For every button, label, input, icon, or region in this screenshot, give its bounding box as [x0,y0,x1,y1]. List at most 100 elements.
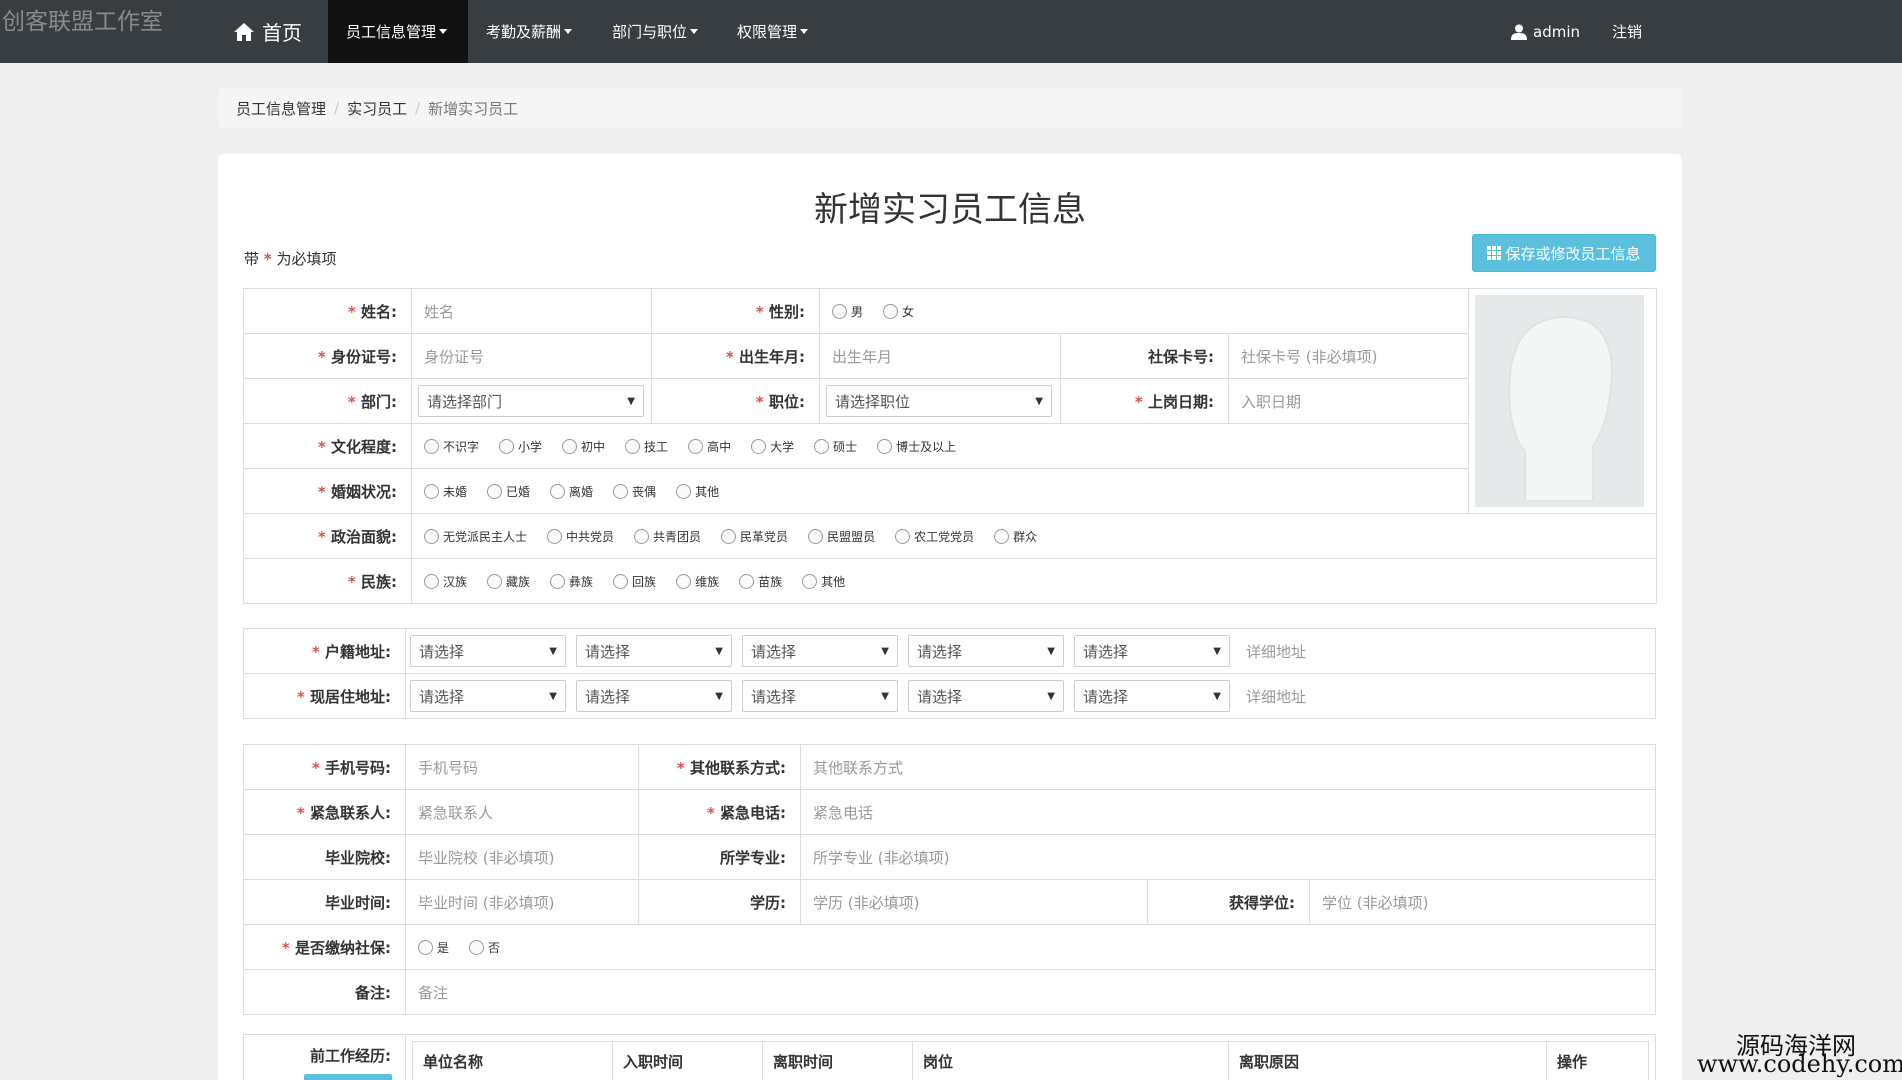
work-history-table: 前工作经历: 单位名称 入职时间 离职时间 岗位 离职原因 操作 [243,1034,1656,1080]
id-input[interactable]: 身份证号 [411,333,652,379]
hukou-village-select[interactable]: 请选择 ▼ [1074,635,1230,667]
edu-radio[interactable]: 不识字 [424,438,479,455]
current-address-label: * 现居住地址: [243,673,406,719]
save-employee-button[interactable]: 保存或修改员工信息 [1472,234,1656,272]
marital-radio[interactable]: 丧偶 [613,483,656,500]
required-star: * [263,250,272,268]
phone-label: * 手机号码: [243,744,406,790]
entry-input[interactable]: 入职日期 [1228,378,1469,424]
social-input[interactable]: 社保卡号 (非必填项) [1228,333,1469,379]
edu-radio[interactable]: 博士及以上 [877,438,956,455]
birth-input[interactable]: 出生年月 [819,333,1061,379]
ethnic-radio[interactable]: 其他 [802,573,845,590]
award-label: 获得学位: [1147,879,1310,925]
nav-department[interactable]: 部门与职位 [594,0,716,63]
ethnic-radio[interactable]: 彝族 [550,573,593,590]
current-address-cell: 请选择 ▼ 请选择 ▼ 请选择 ▼ 请选择 ▼ 请选择 ▼ 详细地址 [405,673,1656,719]
gender-radio-male[interactable]: 男 [832,303,863,320]
breadcrumb-employee-info[interactable]: 员工信息管理 [236,98,326,119]
photo-cell [1468,288,1657,514]
school-input[interactable]: 毕业院校 (非必填项) [405,834,639,880]
ethnic-radio[interactable]: 汉族 [424,573,467,590]
other-contact-input[interactable]: 其他联系方式 [800,744,1656,790]
grad-time-input[interactable]: 毕业时间 (非必填项) [405,879,639,925]
political-radio[interactable]: 群众 [994,528,1037,545]
nav-employee-info[interactable]: 员工信息管理 [328,0,468,63]
breadcrumb-separator: / [334,99,340,117]
emergency-phone-input[interactable]: 紧急电话 [800,789,1656,835]
hukou-province-select[interactable]: 请选择 ▼ [410,635,566,667]
insurance-radios: 是 否 [405,924,1656,970]
table-row: * 紧急联系人: 紧急联系人 * 紧急电话: 紧急电话 [243,789,1656,835]
remark-input[interactable]: 备注 [405,969,1656,1015]
edu-radio[interactable]: 硕士 [814,438,857,455]
marital-radio[interactable]: 已婚 [487,483,530,500]
hukou-city-select[interactable]: 请选择 ▼ [576,635,732,667]
post-select[interactable]: 请选择职位 ▼ [826,385,1052,417]
nav-user[interactable]: admin [1511,0,1580,63]
nav-logout[interactable]: 注销 [1612,0,1642,63]
hukou-town-select[interactable]: 请选择 ▼ [908,635,1064,667]
add-work-history-button[interactable] [304,1074,392,1080]
edu-radio[interactable]: 高中 [688,438,731,455]
ethnic-radio[interactable]: 藏族 [487,573,530,590]
political-radio[interactable]: 无党派民主人士 [424,528,527,545]
nav-home-link[interactable]: 首页 [234,0,302,63]
current-town-select[interactable]: 请选择 ▼ [908,680,1064,712]
edu-radio[interactable]: 大学 [751,438,794,455]
edu-radio[interactable]: 小学 [499,438,542,455]
political-radio[interactable]: 农工党党员 [895,528,974,545]
current-province-select[interactable]: 请选择 ▼ [410,680,566,712]
emergency-contact-input[interactable]: 紧急联系人 [405,789,639,835]
avatar-placeholder[interactable] [1475,295,1644,507]
nav-attendance-label: 考勤及薪酬 [486,23,562,41]
political-radio[interactable]: 民盟盟员 [808,528,875,545]
political-radio[interactable]: 中共党员 [547,528,614,545]
award-input[interactable]: 学位 (非必填项) [1309,879,1656,925]
edu-radio[interactable]: 初中 [562,438,605,455]
edu-label: * 文化程度: [243,423,412,469]
insurance-radio-no[interactable]: 否 [469,939,500,956]
remark-label: 备注: [243,969,406,1015]
table-row: * 户籍地址: 请选择 ▼ 请选择 ▼ 请选择 ▼ 请选择 ▼ 请选择 ▼ 详细地址 [243,628,1656,674]
current-village-select[interactable]: 请选择 ▼ [1074,680,1230,712]
phone-input[interactable]: 手机号码 [405,744,639,790]
marital-radio[interactable]: 离婚 [550,483,593,500]
other-contact-label: * 其他联系方式: [638,744,801,790]
hukou-district-select[interactable]: 请选择 ▼ [742,635,898,667]
marital-radio[interactable]: 其他 [676,483,719,500]
current-city-select[interactable]: 请选择 ▼ [576,680,732,712]
table-row: * 姓名: 姓名 * 性别: 男 女 [243,288,1657,514]
marital-radio[interactable]: 未婚 [424,483,467,500]
name-input[interactable]: 姓名 [411,288,652,334]
dept-label: * 部门: [243,378,412,424]
insurance-radio-yes[interactable]: 是 [418,939,449,956]
gender-radio-female[interactable]: 女 [883,303,914,320]
nav-employee-info-label: 员工信息管理 [346,23,437,41]
breadcrumb-intern[interactable]: 实习员工 [347,98,407,119]
current-district-select[interactable]: 请选择 ▼ [742,680,898,712]
political-radio[interactable]: 共青团员 [634,528,701,545]
edu-radio[interactable]: 技工 [625,438,668,455]
nav-home-label: 首页 [262,21,302,45]
current-detail-input[interactable]: 详细地址 [1246,686,1306,707]
dept-select[interactable]: 请选择部门 ▼ [418,385,644,417]
nav-permission-label: 权限管理 [737,23,798,41]
degree-input[interactable]: 学历 (非必填项) [800,879,1148,925]
insurance-label: * 是否缴纳社保: [243,924,406,970]
hukou-detail-input[interactable]: 详细地址 [1246,641,1306,662]
save-button-label: 保存或修改员工信息 [1505,244,1641,263]
ethnic-radio[interactable]: 回族 [613,573,656,590]
major-input[interactable]: 所学专业 (非必填项) [800,834,1656,880]
header-company: 单位名称 [412,1041,613,1080]
political-radio[interactable]: 民革党员 [721,528,788,545]
nav-attendance[interactable]: 考勤及薪酬 [468,0,590,63]
marital-radios: 未婚 已婚 离婚 丧偶 其他 [411,468,1469,514]
dept-cell: 请选择部门 ▼ [411,378,652,424]
ethnic-radio[interactable]: 苗族 [739,573,782,590]
ethnic-radio[interactable]: 维族 [676,573,719,590]
nav-permission[interactable]: 权限管理 [719,0,826,63]
required-prefix: 带 [244,250,260,268]
nav-user-name: admin [1533,22,1580,41]
required-note: 带 * 为必填项 [244,248,336,269]
